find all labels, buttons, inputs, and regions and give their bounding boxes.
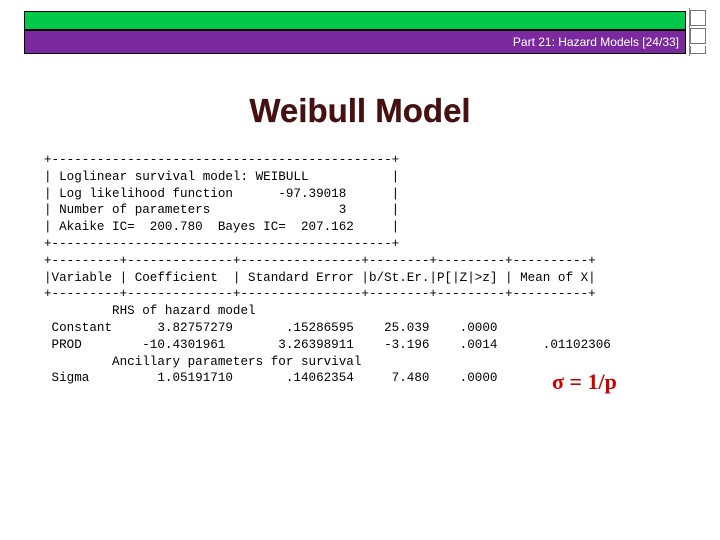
decorative-square-icon (690, 10, 706, 26)
output-line: Sigma 1.05191710 .14062354 7.480 .0000 (44, 371, 498, 386)
output-line: +---------+--------------+--------------… (44, 287, 596, 302)
decorative-square-icon (690, 46, 706, 54)
sigma-formula: σ = 1/p (552, 369, 617, 394)
output-line: PROD -10.4301961 3.26398911 -3.196 .0014… (44, 337, 611, 352)
output-line: | Akaike IC= 200.780 Bayes IC= 207.162 | (44, 220, 400, 235)
output-line: |Variable | Coefficient | Standard Error… (44, 270, 596, 285)
decorative-square-icon (690, 28, 706, 44)
output-line: | Log likelihood function -97.39018 | (44, 186, 400, 201)
output-line: Constant 3.82757279 .15286595 25.039 .00… (44, 320, 498, 335)
slide-label: Part 21: Hazard Models [24/33] (512, 35, 679, 49)
output-line: RHS of hazard model (44, 304, 256, 319)
header-bar: Part 21: Hazard Models [24/33] (24, 30, 686, 54)
slide-title: Weibull Model (249, 92, 471, 129)
regression-output: +---------------------------------------… (44, 152, 611, 387)
output-line: | Loglinear survival model: WEIBULL | (44, 169, 400, 184)
output-line: +---------------------------------------… (44, 236, 400, 251)
output-line: +---------------------------------------… (44, 153, 400, 167)
output-line: | Number of parameters 3 | (44, 203, 400, 218)
output-line: Ancillary parameters for survival (44, 354, 362, 369)
header-accent-bar (24, 11, 686, 30)
output-line: +---------+--------------+--------------… (44, 253, 596, 268)
